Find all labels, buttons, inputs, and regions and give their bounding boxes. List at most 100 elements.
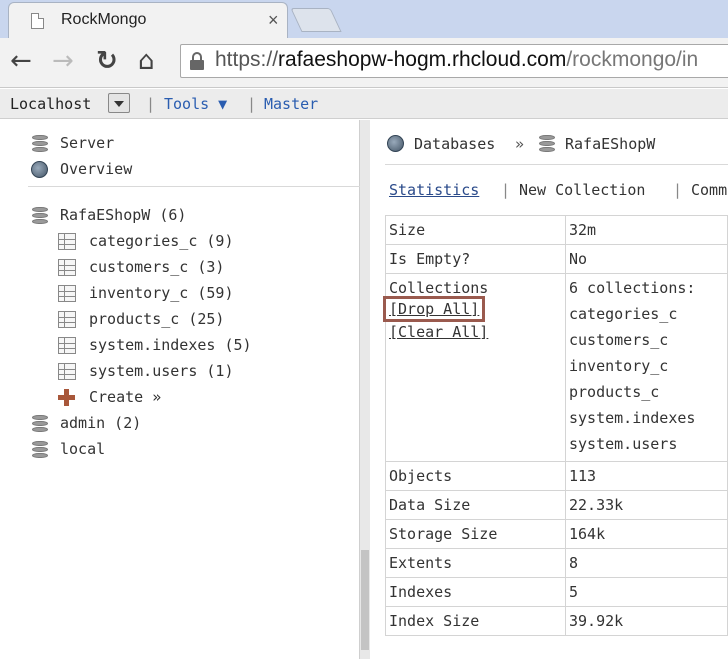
sidebar-item-label: local xyxy=(60,440,106,458)
stat-value: 164k xyxy=(565,519,728,549)
table-row: Indexes 5 xyxy=(385,577,728,607)
host-select-label[interactable]: Localhost xyxy=(10,95,91,113)
separator: | xyxy=(673,181,683,199)
plus-icon xyxy=(58,389,75,406)
stat-key: Collections [Drop All] [Clear All] xyxy=(383,273,566,462)
browser-tab[interactable]: RockMongo × xyxy=(8,2,288,38)
table-row: Index Size 39.92k xyxy=(385,606,728,636)
globe-icon xyxy=(387,135,404,152)
lock-icon xyxy=(190,52,204,70)
collections-count: 6 collections: xyxy=(569,279,696,297)
tools-menu[interactable]: Tools ▼ xyxy=(164,95,227,113)
sidebar-item-label: Overview xyxy=(60,160,133,178)
collection-name: customers_c xyxy=(569,331,669,349)
sidebar-item-label: system.users (1) xyxy=(89,362,234,380)
table-row: Size 32m xyxy=(385,215,728,245)
sidebar-item-label: customers_c (3) xyxy=(89,258,225,276)
statistics-table: Size 32m Is Empty? No Collections [Drop … xyxy=(383,215,728,636)
stat-key: Is Empty? xyxy=(385,244,566,274)
tab-new-collection[interactable]: New Collection xyxy=(519,181,645,199)
stat-value: 113 xyxy=(565,461,728,491)
tab-command[interactable]: Comm xyxy=(691,181,727,199)
table-row: Extents 8 xyxy=(385,548,728,578)
separator: | xyxy=(247,95,257,113)
sidebar-item-label: Server xyxy=(60,134,115,152)
tab-statistics[interactable]: Statistics xyxy=(389,181,479,199)
table-row: Is Empty? No xyxy=(385,244,728,274)
reload-icon[interactable]: ↻ xyxy=(96,46,118,76)
scrollbar-thumb[interactable] xyxy=(361,550,369,650)
collection-name: products_c xyxy=(569,383,660,401)
new-tab-button[interactable] xyxy=(290,8,342,32)
main-panel: Databases » RafaEShopW Statistics | New … xyxy=(371,120,728,659)
stat-value: 39.92k xyxy=(565,606,728,636)
page-icon xyxy=(31,13,44,29)
collection-name: system.indexes xyxy=(569,409,696,427)
rockmongo-topbar: Localhost | Tools ▼ | Master xyxy=(0,89,728,119)
divider xyxy=(385,164,728,165)
stat-value: 8 xyxy=(565,548,728,578)
database-icon xyxy=(32,415,48,432)
tab-title: RockMongo xyxy=(61,11,147,28)
separator: | xyxy=(146,95,156,113)
table-row: Collections [Drop All] [Clear All] 6 col… xyxy=(383,273,728,462)
stat-value: No xyxy=(565,244,728,274)
globe-icon xyxy=(31,161,48,178)
clear-all-link[interactable]: [Clear All] xyxy=(389,322,488,342)
sidebar-scrollbar[interactable] xyxy=(360,120,370,659)
table-row: Data Size 22.33k xyxy=(385,490,728,520)
database-icon xyxy=(32,441,48,458)
close-icon[interactable]: × xyxy=(268,10,279,31)
drop-all-highlight: [Drop All] xyxy=(383,296,486,322)
sidebar-item-label: system.indexes (5) xyxy=(89,336,252,354)
breadcrumb-databases[interactable]: Databases xyxy=(414,135,495,153)
sidebar-item-label: categories_c (9) xyxy=(89,232,234,250)
forward-arrow-icon[interactable]: → xyxy=(52,46,74,76)
collection-name: system.users xyxy=(569,435,678,453)
stat-key: Storage Size xyxy=(385,519,566,549)
collection-name: categories_c xyxy=(569,305,678,323)
collections-label: Collections xyxy=(389,279,489,297)
browser-tab-bar: RockMongo × xyxy=(0,0,728,38)
breadcrumb-current-db: RafaEShopW xyxy=(565,135,656,153)
stat-value: 5 xyxy=(565,577,728,607)
sidebar-item-label: products_c (25) xyxy=(89,310,225,328)
sidebar-item-label: inventory_c (59) xyxy=(89,284,234,302)
drop-all-link[interactable]: [Drop All] xyxy=(389,299,479,319)
stat-key: Index Size xyxy=(385,606,566,636)
home-icon[interactable]: ⌂ xyxy=(138,46,155,76)
table-icon xyxy=(58,285,76,302)
stat-key: Extents xyxy=(385,548,566,578)
table-icon xyxy=(58,233,76,250)
sidebar-item-label: Create » xyxy=(89,388,162,406)
master-link[interactable]: Master xyxy=(264,95,318,113)
sidebar xyxy=(0,120,360,659)
sidebar-divider xyxy=(28,186,360,187)
sidebar-item-label: admin (2) xyxy=(60,414,142,432)
stat-key: Size xyxy=(385,215,566,245)
separator: | xyxy=(501,181,511,199)
server-icon xyxy=(32,135,48,152)
database-icon xyxy=(539,135,555,152)
stat-value: 6 collections: categories_c customers_c … xyxy=(565,273,728,462)
sidebar-item-label: RafaEShopW (6) xyxy=(60,206,187,224)
stat-key: Objects xyxy=(385,461,566,491)
database-icon xyxy=(32,207,48,224)
collection-name: inventory_c xyxy=(569,357,669,375)
table-icon xyxy=(58,337,76,354)
table-icon xyxy=(58,311,76,328)
chevron-down-icon[interactable] xyxy=(108,93,130,113)
table-row: Objects 113 xyxy=(385,461,728,491)
back-arrow-icon[interactable]: ← xyxy=(10,46,32,76)
address-bar[interactable]: https://rafaeshopw-hogm.rhcloud.com/rock… xyxy=(180,44,728,78)
breadcrumb-separator: » xyxy=(515,135,525,153)
stat-value: 22.33k xyxy=(565,490,728,520)
table-icon xyxy=(58,259,76,276)
url-text: https://rafaeshopw-hogm.rhcloud.com/rock… xyxy=(215,48,699,71)
stat-key: Data Size xyxy=(385,490,566,520)
table-icon xyxy=(58,363,76,380)
browser-toolbar: ← → ↻ ⌂ https://rafaeshopw-hogm.rhcloud.… xyxy=(0,38,728,88)
table-row: Storage Size 164k xyxy=(385,519,728,549)
stat-value: 32m xyxy=(565,215,728,245)
stat-key: Indexes xyxy=(385,577,566,607)
